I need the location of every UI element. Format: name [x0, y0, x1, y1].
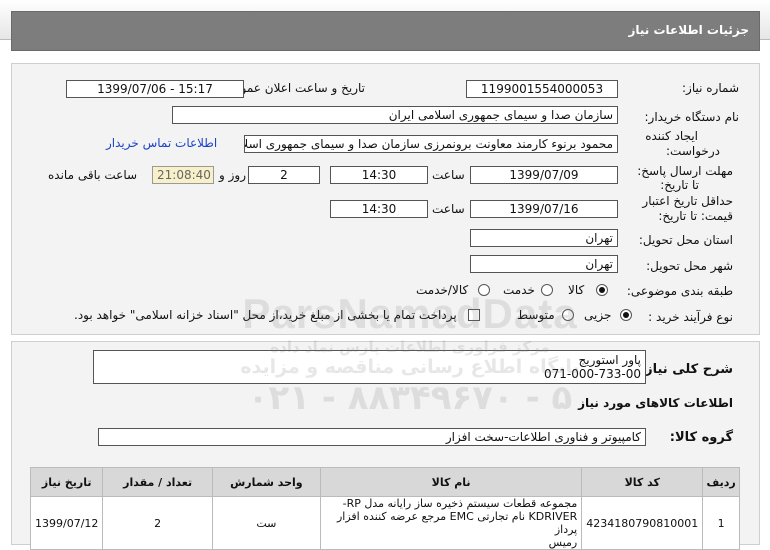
category-label: طبقه بندی موضوعی: — [626, 284, 733, 298]
treasury-payment-checkbox[interactable] — [468, 309, 480, 321]
header-quantity: تعداد / مقدار — [102, 467, 213, 497]
category-radio-goods[interactable] — [596, 284, 608, 296]
header-unit: واحد شمارش — [211, 467, 321, 497]
purchase-minor-label: جزیی — [584, 308, 612, 322]
cell-need-date: 1399/07/12 — [29, 496, 104, 550]
goods-section-title: اطلاعات کالاهای مورد نیاز — [578, 396, 733, 410]
contact-buyer-link[interactable]: اطلاعات تماس خریدار — [106, 136, 217, 150]
creator-label-1: ایجاد کننده — [645, 129, 698, 143]
goods-group-field: کامپیوتر و فناوری اطلاعات-سخت افزار — [98, 428, 646, 446]
days-field: 2 — [248, 166, 320, 184]
header-item-name: نام کالا — [319, 467, 583, 497]
province-label: استان محل تحویل: — [638, 233, 733, 247]
table-row[interactable]: 1 4234180790810001 مجموعه قطعات سیستم ذخ… — [29, 496, 740, 550]
deadline-label-1: مهلت ارسال پاسخ: — [637, 164, 733, 178]
purchase-radio-medium[interactable] — [562, 309, 574, 321]
deadline-date-field: 1399/07/09 — [470, 166, 618, 184]
need-number-label: شماره نیاز: — [682, 81, 739, 95]
deadline-time-label: ساعت — [432, 168, 465, 182]
category-goods-label: کالا — [568, 283, 585, 297]
item-name-line-1: مجموعه قطعات سیستم ذخیره ساز رایانه مدل … — [342, 497, 578, 510]
cell-item-name: مجموعه قطعات سیستم ذخیره ساز رایانه مدل … — [319, 496, 583, 550]
validity-label-1: حداقل تاریخ اعتبار — [642, 194, 733, 208]
cell-item-code: 4234180790810001 — [581, 496, 704, 550]
city-field: تهران — [470, 255, 618, 273]
remaining-label: ساعت باقی مانده — [48, 168, 138, 182]
cell-row-number: 1 — [702, 496, 740, 550]
cell-unit: ست — [211, 496, 321, 550]
province-field: تهران — [470, 229, 618, 247]
cell-quantity: 2 — [102, 496, 213, 550]
item-name-line-2: KDRIVER نام تجارتی EMC مرجع عرضه کننده ا… — [336, 510, 578, 536]
purchase-type-label: نوع فرآیند خرید : — [648, 310, 733, 324]
purchase-medium-label: متوسط — [517, 308, 555, 322]
deadline-time-field: 14:30 — [330, 166, 428, 184]
remaining-time-field: 21:08:40 — [152, 166, 214, 184]
need-number-field: 1199001554000053 — [466, 80, 618, 98]
announce-field: 1399/07/06 - 15:17 — [66, 80, 244, 98]
buyer-label: نام دستگاه خریدار: — [644, 110, 740, 124]
summary-line-2: 071-000-733-00 — [544, 367, 641, 381]
city-label: شهر محل تحویل: — [646, 259, 733, 273]
purchase-radio-minor[interactable] — [620, 309, 632, 321]
payment-note: پرداخت تمام یا بخشی از مبلغ خرید،از محل … — [74, 308, 457, 322]
category-radio-service[interactable] — [541, 284, 553, 296]
validity-time-field: 14:30 — [330, 200, 428, 218]
creator-field: محمود برنوء کارمند معاونت برونمرزی سازما… — [244, 135, 618, 153]
summary-field: پاور استوریج 071-000-733-00 — [93, 350, 646, 384]
header-row-number: ردیف — [702, 467, 740, 497]
category-goods-service-label: کالا/خدمت — [416, 283, 469, 297]
header-item-code: کد کالا — [581, 467, 704, 497]
creator-label-2: درخواست: — [666, 144, 720, 158]
title-bar: جزئیات اطلاعات نیاز — [11, 11, 760, 51]
category-radio-goods-service[interactable] — [478, 284, 490, 296]
buyer-field: سازمان صدا و سیمای جمهوری اسلامی ایران — [172, 106, 618, 124]
item-name-line-3: رمیس — [548, 536, 578, 549]
summary-line-1: پاور استوریج — [578, 353, 642, 367]
table-header-row: ردیف کد کالا نام کالا واحد شمارش تعداد /… — [29, 467, 740, 497]
goods-group-label: گروه کالا: — [669, 430, 733, 445]
summary-label: شرح کلی نیاز: — [639, 362, 733, 377]
validity-date-field: 1399/07/16 — [470, 200, 618, 218]
items-table: ردیف کد کالا نام کالا واحد شمارش تعداد /… — [29, 467, 740, 550]
page-title: جزئیات اطلاعات نیاز — [628, 23, 749, 37]
header-need-date: تاریخ نیاز — [29, 467, 104, 497]
category-service-label: خدمت — [503, 283, 535, 297]
deadline-label-2: تا تاریخ: — [660, 178, 699, 192]
validity-label-2: قیمت: تا تاریخ: — [658, 209, 733, 223]
validity-time-label: ساعت — [432, 202, 465, 216]
days-label: روز و — [219, 168, 246, 182]
